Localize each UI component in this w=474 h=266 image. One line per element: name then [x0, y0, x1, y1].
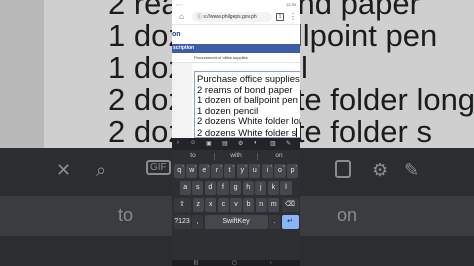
- palette-icon[interactable]: ◐: [254, 140, 258, 146]
- key-p[interactable]: p0: [286, 164, 299, 178]
- key-a[interactable]: a: [179, 181, 191, 195]
- textarea-line: Purchase office supplies.: [197, 74, 300, 85]
- backspace-key[interactable]: ⌫: [281, 198, 299, 212]
- pen-icon: ✎: [404, 160, 420, 180]
- key-j[interactable]: j: [255, 181, 267, 195]
- background-suggestion: on: [337, 205, 358, 225]
- key-q[interactable]: q1: [173, 164, 185, 178]
- search-icon: ⌕: [96, 160, 107, 180]
- key-l[interactable]: l: [280, 181, 292, 195]
- background-top-left: [0, 0, 44, 148]
- key-m[interactable]: m: [268, 198, 280, 212]
- key-t[interactable]: t5: [223, 164, 236, 178]
- description-value: Procurement of office supplies: [194, 55, 248, 60]
- description-textarea[interactable]: Purchase office supplies. 2 reams of bon…: [194, 71, 300, 138]
- home-button-icon[interactable]: ▢: [232, 260, 237, 266]
- period-key[interactable]: .: [269, 215, 280, 229]
- textarea-line: 2 dozens White folder long: [197, 116, 300, 127]
- close-icon: ✕: [56, 160, 72, 180]
- key-k[interactable]: k: [267, 181, 280, 195]
- space-bar[interactable]: SwiftKey: [204, 215, 268, 229]
- status-time: 12:30: [285, 2, 296, 7]
- textarea-line: 1 dozen of ballpoint pen: [197, 95, 298, 106]
- suggestion-2[interactable]: with: [215, 152, 257, 159]
- text-cursor: [296, 127, 298, 137]
- recent-apps-icon[interactable]: |||: [194, 260, 198, 266]
- gif-icon: GIF: [146, 160, 171, 175]
- enter-key[interactable]: ↵: [281, 215, 299, 229]
- description-header: scription: [172, 44, 300, 53]
- key-y[interactable]: y6: [236, 164, 248, 178]
- phone-screen: ▫ ▫ ▫ 12:30 ⌂ ⓘ s://www.philgeps.gov.ph …: [172, 0, 300, 266]
- key-r[interactable]: r4: [211, 164, 223, 178]
- system-nav-bar: ||| ▢ ‹: [172, 260, 300, 266]
- clipboard-icon: [335, 160, 351, 178]
- status-notifications: ▫ ▫ ▫: [176, 2, 183, 7]
- url-field[interactable]: ⓘ s://www.philgeps.gov.ph: [192, 12, 272, 22]
- key-d[interactable]: d: [204, 181, 217, 195]
- tab-switcher-button[interactable]: 1: [276, 13, 284, 21]
- shift-key[interactable]: ⇧: [173, 198, 191, 212]
- key-h[interactable]: h: [242, 181, 254, 195]
- pen-icon[interactable]: ✎: [286, 140, 291, 147]
- comma-key[interactable]: ,: [192, 215, 203, 229]
- web-page: on scription Procurement of office suppl…: [172, 25, 300, 138]
- textarea-line: 2 dozens White folder s: [197, 127, 297, 138]
- background-suggestion: to: [118, 205, 134, 225]
- settings-icon: ⚙: [372, 160, 389, 180]
- settings-icon[interactable]: ⚙: [238, 140, 243, 147]
- key-b[interactable]: b: [242, 198, 255, 212]
- status-bar: ▫ ▫ ▫ 12:30: [172, 0, 300, 9]
- menu-icon[interactable]: ⋮: [289, 12, 297, 21]
- home-icon[interactable]: ⌂: [179, 12, 184, 21]
- key-e[interactable]: e3: [198, 164, 211, 178]
- browser-toolbar: ⌂ ⓘ s://www.philgeps.gov.ph 1 ⋮: [172, 9, 300, 25]
- page-heading: on: [172, 31, 181, 38]
- url-text: s://www.philgeps.gov.ph: [203, 14, 257, 20]
- symbols-key[interactable]: ?123: [173, 215, 191, 229]
- key-w[interactable]: w2: [186, 164, 198, 178]
- form-label-column: [172, 63, 192, 138]
- key-c[interactable]: c: [217, 198, 230, 212]
- key-g[interactable]: g: [229, 181, 242, 195]
- keyboard-toolbar: › ☺ ▣ ▤ ⚙ ◐ ▥ ✎: [172, 138, 300, 150]
- key-o[interactable]: o9: [274, 164, 286, 178]
- gif-icon[interactable]: ▣: [206, 140, 212, 147]
- textarea-line-active: 2 dozens White folder s: [197, 127, 300, 138]
- key-s[interactable]: s: [192, 181, 204, 195]
- clipboard-icon[interactable]: ▤: [222, 140, 228, 147]
- suggestion-strip: to with on: [172, 150, 300, 162]
- key-x[interactable]: x: [205, 198, 217, 212]
- key-f[interactable]: f: [217, 181, 229, 195]
- description-row: Procurement of office supplies: [172, 53, 300, 63]
- key-i[interactable]: i8: [261, 164, 274, 178]
- key-u[interactable]: u7: [249, 164, 261, 178]
- key-z[interactable]: z: [192, 198, 204, 212]
- key-v[interactable]: v: [230, 198, 242, 212]
- suggestion-3[interactable]: on: [258, 152, 300, 159]
- key-n[interactable]: n: [255, 198, 267, 212]
- back-icon[interactable]: ‹: [270, 260, 272, 266]
- emoji-icon[interactable]: ☺: [190, 140, 196, 146]
- expand-icon[interactable]: ›: [177, 140, 179, 146]
- mic-icon[interactable]: ▥: [270, 140, 276, 147]
- suggestion-1[interactable]: to: [172, 152, 214, 159]
- keyboard: › ☺ ▣ ▤ ⚙ ◐ ▥ ✎ to with on q1w2e3r4t5y6u…: [172, 138, 300, 266]
